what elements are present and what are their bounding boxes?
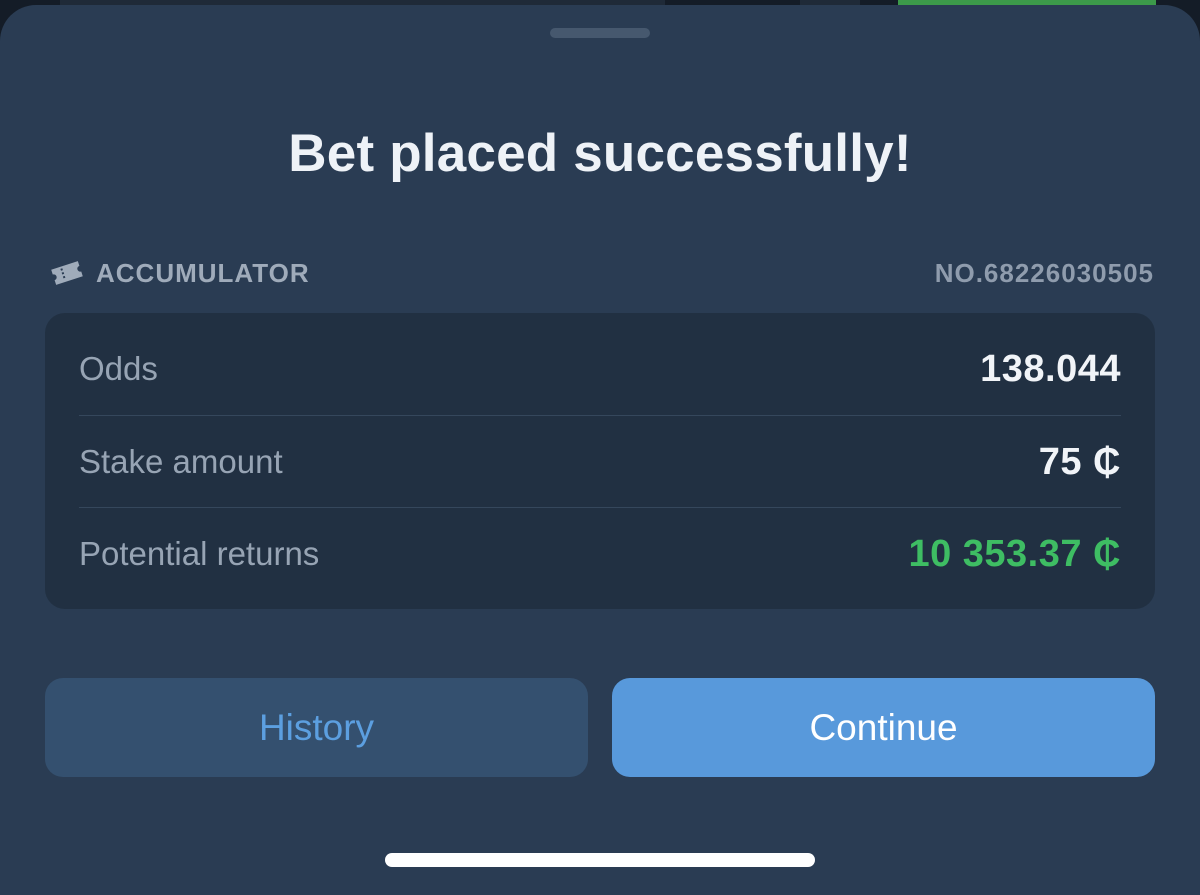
ticket-icon (48, 253, 86, 293)
odds-label: Odds (79, 350, 158, 387)
odds-value: 138.044 (980, 347, 1121, 390)
history-button[interactable]: History (45, 678, 588, 777)
bet-meta-row: ACCUMULATOR NO.68226030505 (48, 253, 1154, 293)
continue-button[interactable]: Continue (612, 678, 1155, 777)
home-indicator[interactable] (385, 853, 815, 867)
summary-row-stake: Stake amount 75 ₵ (79, 415, 1121, 508)
bet-type: ACCUMULATOR (48, 253, 310, 293)
bet-number: NO.68226030505 (934, 258, 1154, 288)
stake-value: 75 ₵ (1038, 440, 1121, 483)
bet-type-label: ACCUMULATOR (96, 257, 310, 288)
potential-returns-value: 10 353.37 ₵ (908, 532, 1121, 575)
bet-confirmation-sheet: Bet placed successfully! ACCUMULATOR NO.… (0, 5, 1200, 895)
sheet-grabber-handle[interactable] (550, 28, 650, 38)
summary-row-odds: Odds 138.044 (79, 323, 1121, 415)
bet-summary-card: Odds 138.044 Stake amount 75 ₵ Potential… (45, 313, 1155, 609)
potential-returns-label: Potential returns (79, 535, 320, 572)
sheet-title: Bet placed successfully! (288, 124, 912, 183)
summary-row-potential-returns: Potential returns 10 353.37 ₵ (79, 507, 1121, 600)
stake-label: Stake amount (79, 443, 283, 480)
